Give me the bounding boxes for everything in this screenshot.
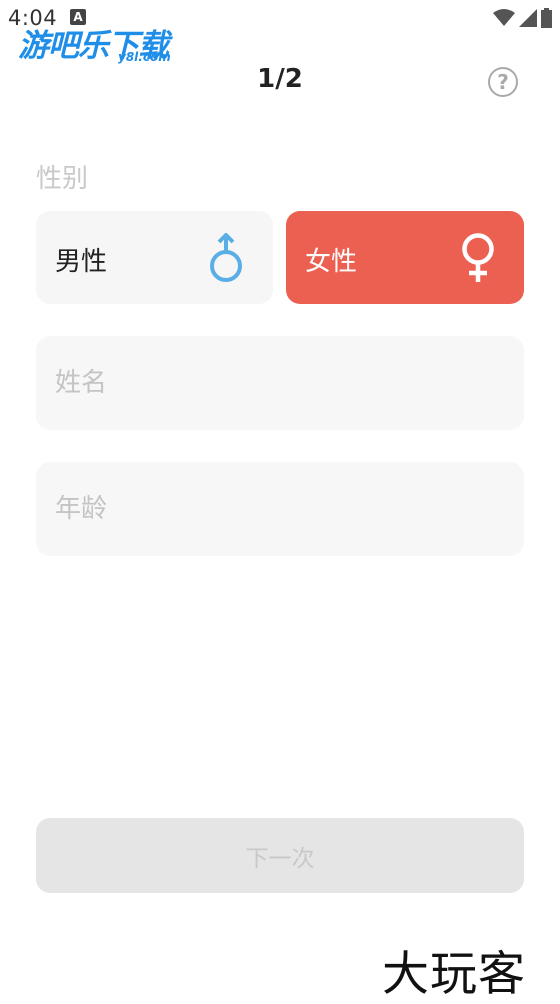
age-input[interactable]: [55, 462, 505, 556]
gender-section-label: 性别: [36, 164, 89, 194]
battery-icon: [541, 8, 552, 28]
gender-option-male-label: 男性: [55, 247, 108, 277]
age-field[interactable]: [36, 462, 524, 556]
name-field[interactable]: [36, 336, 524, 430]
gender-option-female[interactable]: 女性: [286, 211, 524, 304]
female-symbol-icon: [462, 233, 494, 282]
step-indicator: 1/2: [257, 64, 303, 94]
status-icons: [493, 8, 552, 28]
male-symbol-icon: [210, 233, 242, 282]
signal-icon: [519, 9, 537, 27]
next-button[interactable]: 下一次: [36, 818, 524, 893]
name-input[interactable]: [55, 336, 505, 430]
watermark-logo: 游吧乐下载 y8l.com: [18, 20, 188, 66]
help-icon: ?: [497, 70, 509, 94]
gender-option-male[interactable]: 男性: [36, 211, 273, 304]
watermark-logo-url: y8l.com: [118, 50, 171, 64]
help-button[interactable]: ?: [488, 67, 518, 97]
wifi-icon: [493, 9, 515, 26]
gender-option-female-label: 女性: [305, 247, 358, 277]
brand-watermark: 大玩客: [382, 947, 526, 1002]
